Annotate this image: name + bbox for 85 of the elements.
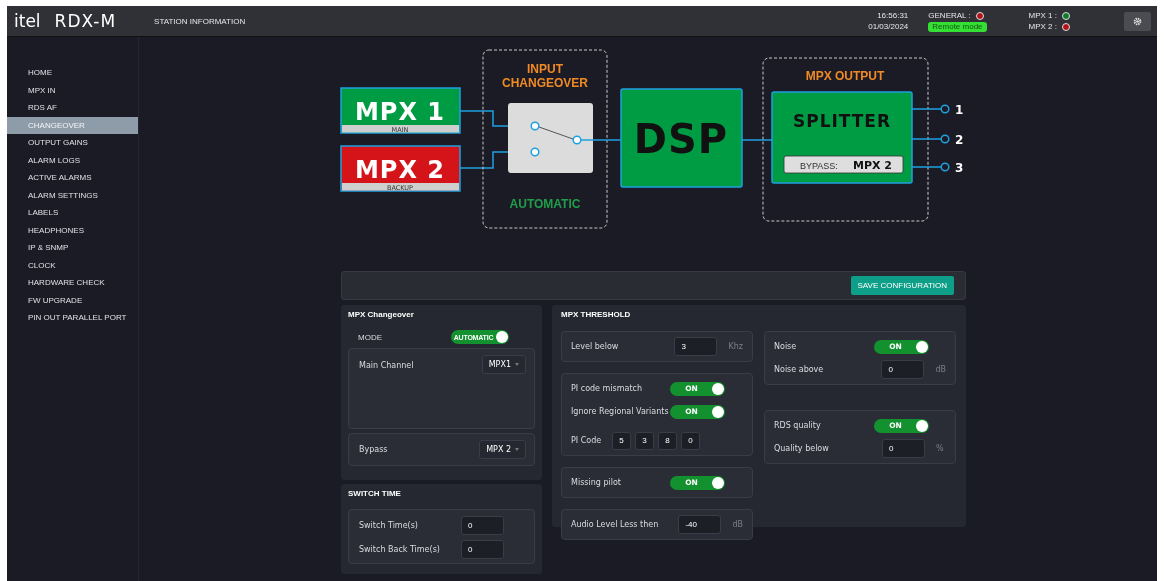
port-label: 3	[955, 161, 964, 175]
sidebar-item[interactable]: MPX IN	[7, 81, 138, 99]
input-field[interactable]: 3	[674, 337, 718, 356]
unit-label: dB	[732, 520, 743, 529]
sidebar-item[interactable]: OUTPUT GAINS	[7, 134, 138, 152]
field-label: Audio Level Less then	[571, 520, 660, 529]
unit-label: dB	[935, 365, 946, 374]
field-label: Missing pilot	[571, 478, 622, 487]
input-field[interactable]: -40	[678, 515, 722, 534]
input-label: MPX 1	[355, 98, 445, 126]
channel-select[interactable]: MPX1	[481, 355, 526, 374]
sidebar-item[interactable]: PIN OUT PARALLEL PORT	[7, 309, 138, 327]
node-dot	[940, 134, 950, 144]
caret-icon	[515, 363, 519, 366]
field-label: Level below	[571, 342, 620, 351]
port-label: 2	[955, 133, 964, 147]
code-digit-field[interactable]: 0	[681, 431, 700, 450]
field-label: Quality below	[774, 444, 830, 453]
caret-icon	[515, 448, 519, 451]
sidebar-item[interactable]: FW UPGRADE	[7, 291, 138, 309]
input-field[interactable]: 0	[461, 516, 504, 535]
field-label: Bypass	[359, 445, 388, 454]
sidebar-item[interactable]: ALARM LOGS	[7, 151, 138, 169]
node-dot	[940, 162, 950, 172]
input-field[interactable]: 0	[882, 439, 925, 458]
dsp-label: DSP	[633, 116, 729, 162]
code-digit-field[interactable]: 3	[635, 431, 654, 450]
field-label: Main Channel	[359, 361, 414, 370]
status-label: MPX 1 :	[1028, 10, 1057, 21]
field-label: MODE	[358, 332, 383, 342]
settings-icon	[1133, 16, 1142, 26]
page-title: STATION INFORMATION	[154, 16, 246, 26]
connector-line	[911, 166, 942, 168]
input-field[interactable]: 0	[881, 360, 925, 379]
mode-label: AUTOMATIC	[509, 197, 581, 211]
sidebar-item[interactable]: RDS AF	[7, 99, 138, 117]
clock-time: 16:56:31	[877, 10, 909, 21]
field-label: RDS quality	[774, 421, 822, 430]
code-digit-field[interactable]: 5	[612, 431, 631, 450]
card-title: MPX THRESHOLD	[561, 310, 632, 320]
input-label: MPX 2	[355, 156, 445, 184]
sidebar-item[interactable]: HEADPHONES	[7, 221, 138, 239]
input-field[interactable]: 0	[461, 540, 504, 559]
block-title: CHANGEOVER	[502, 76, 588, 90]
product-name: RDX-M	[54, 11, 117, 31]
block-title: INPUT	[527, 62, 563, 76]
sidebar-item[interactable]: CLOCK	[7, 256, 138, 274]
node-dot	[572, 135, 582, 145]
status-label: GENERAL :	[928, 10, 971, 21]
node-dot	[530, 147, 540, 157]
field-label: Noise	[774, 342, 798, 351]
bypass-label: BYPASS:	[800, 160, 838, 171]
sidebar-item[interactable]: ALARM SETTINGS	[7, 186, 138, 204]
bypass-value: MPX 2	[853, 159, 892, 172]
field-label: Switch Time(s)	[359, 521, 419, 530]
connector-line	[741, 139, 773, 141]
remote-mode-badge: Remote mode	[928, 22, 987, 32]
unit-label: %	[936, 444, 944, 453]
node-dot	[530, 121, 540, 131]
sidebar-item[interactable]: ACTIVE ALARMS	[7, 169, 138, 187]
sidebar-item[interactable]: HARDWARE CHECK	[7, 274, 138, 292]
field-label: PI Code	[571, 436, 603, 445]
sidebar-item[interactable]: HOME	[7, 64, 138, 82]
unit-label: Khz	[728, 342, 743, 351]
sidebar-item[interactable]: IP & SNMP	[7, 239, 138, 257]
card-title: MPX Changeover	[348, 310, 415, 320]
field-label: Switch Back Time(s)	[359, 545, 441, 554]
connector-line	[911, 108, 942, 110]
bypass-select[interactable]: MPX 2	[479, 440, 526, 459]
field-label: PI code mismatch	[571, 384, 644, 393]
status-label: MPX 2 :	[1028, 21, 1057, 32]
port-label: 1	[955, 103, 964, 117]
field-label: Noise above	[774, 365, 825, 374]
field-label: Ignore Regional Variants	[571, 407, 670, 416]
block-title: MPX OUTPUT	[805, 69, 885, 83]
card-title: SWITCH TIME	[348, 489, 402, 499]
connector-line	[911, 138, 942, 140]
splitter-label: SPLITTER	[792, 111, 892, 131]
sidebar-item[interactable]: LABELS	[7, 204, 138, 222]
connector-line	[580, 139, 622, 141]
clock-date: 01/03/2024	[868, 21, 909, 32]
code-digit-field[interactable]: 8	[658, 431, 677, 450]
logo: itel	[14, 11, 41, 31]
settings-button[interactable]	[1124, 11, 1151, 31]
node-dot	[940, 104, 950, 114]
